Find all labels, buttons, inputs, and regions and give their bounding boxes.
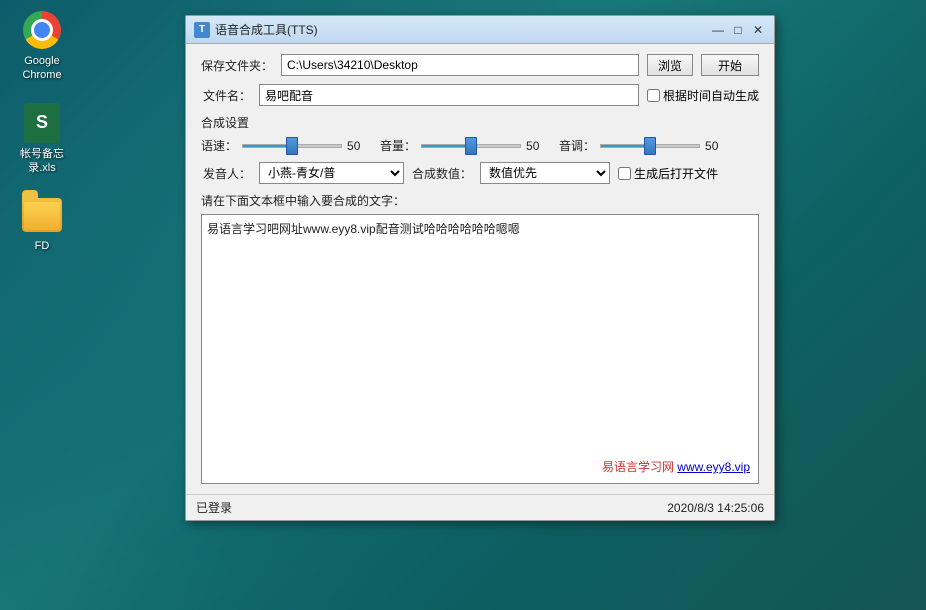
- folder-icon-label: FD: [35, 239, 50, 253]
- start-button[interactable]: 开始: [701, 54, 759, 76]
- status-time: 2020/8/3 14:25:06: [667, 501, 764, 515]
- window-content: 保存文件夹： 浏览 开始 文件名： 根据时间自动生成 合成设置 语: [186, 44, 774, 494]
- speed-label: 语速：: [201, 137, 237, 154]
- speed-slider[interactable]: [242, 144, 342, 148]
- title-left: T 语音合成工具(TTS): [194, 21, 318, 38]
- minimize-button[interactable]: —: [710, 22, 726, 38]
- desktop-icon-excel[interactable]: S 帐号备忘录.xls: [10, 103, 74, 176]
- folder-icon-image: [22, 195, 62, 235]
- filename-row: 文件名： 根据时间自动生成: [201, 84, 759, 106]
- desktop-icon-chrome[interactable]: Google Chrome: [10, 10, 74, 83]
- speaker-row: 发音人： 小燕-青女/普 小明 小红 合成数值： 数值优先 质量优先 生成后打开…: [201, 162, 759, 184]
- pitch-slider[interactable]: [600, 144, 700, 148]
- synth-section-title: 合成设置: [201, 114, 759, 131]
- maximize-button[interactable]: □: [730, 22, 746, 38]
- pitch-group: 音调： 50: [559, 137, 730, 154]
- open-after-text: 生成后打开文件: [634, 165, 718, 182]
- volume-value: 50: [526, 139, 551, 153]
- speaker-label: 发音人：: [201, 165, 251, 182]
- auto-generate-text: 根据时间自动生成: [663, 87, 759, 104]
- open-after-checkbox[interactable]: [618, 167, 631, 180]
- chrome-icon: [23, 11, 61, 49]
- folder-inner: [24, 202, 60, 230]
- textarea-wrapper: 易语言学习网 www.eyy8.vip: [201, 214, 759, 484]
- tts-window: T 语音合成工具(TTS) — □ ✕ 保存文件夹： 浏览 开始 文件名：: [185, 15, 775, 521]
- title-bar: T 语音合成工具(TTS) — □ ✕: [186, 16, 774, 44]
- quality-label: 合成数值：: [412, 165, 472, 182]
- save-folder-row: 保存文件夹： 浏览 开始: [201, 54, 759, 76]
- tts-window-title: 语音合成工具(TTS): [215, 21, 318, 38]
- auto-generate-label[interactable]: 根据时间自动生成: [647, 87, 759, 104]
- auto-generate-checkbox[interactable]: [647, 89, 660, 102]
- speed-value: 50: [347, 139, 372, 153]
- desktop: Google Chrome S 帐号备忘录.xls FD T 语音合成工具(TT…: [0, 0, 926, 610]
- volume-slider[interactable]: [421, 144, 521, 148]
- textarea-hint: 请在下面文本框中输入要合成的文字：: [201, 192, 759, 209]
- status-bar: 已登录 2020/8/3 14:25:06: [186, 494, 774, 520]
- excel-icon-label: 帐号备忘录.xls: [10, 147, 74, 176]
- desktop-icons: Google Chrome S 帐号备忘录.xls FD: [10, 10, 74, 253]
- speaker-select[interactable]: 小燕-青女/普 小明 小红: [259, 162, 404, 184]
- quality-select[interactable]: 数值优先 质量优先: [480, 162, 610, 184]
- speed-group: 语速： 50: [201, 137, 372, 154]
- volume-label: 音量：: [380, 137, 416, 154]
- pitch-value: 50: [705, 139, 730, 153]
- status-login: 已登录: [196, 499, 232, 516]
- filename-input[interactable]: [259, 84, 639, 106]
- filename-label: 文件名：: [201, 87, 251, 104]
- excel-icon-image: S: [22, 103, 62, 143]
- excel-icon: S: [24, 103, 60, 143]
- chrome-icon-label: Google Chrome: [10, 54, 74, 83]
- volume-group: 音量： 50: [380, 137, 551, 154]
- folder-icon: [22, 198, 62, 232]
- desktop-icon-folder[interactable]: FD: [10, 195, 74, 253]
- chrome-icon-image: [22, 10, 62, 50]
- pitch-label: 音调：: [559, 137, 595, 154]
- tts-window-icon: T: [194, 22, 210, 38]
- text-input[interactable]: [202, 215, 758, 483]
- title-controls: — □ ✕: [710, 22, 766, 38]
- open-after-label[interactable]: 生成后打开文件: [618, 165, 718, 182]
- save-folder-input[interactable]: [281, 54, 639, 76]
- close-button[interactable]: ✕: [750, 22, 766, 38]
- save-folder-label: 保存文件夹：: [201, 57, 273, 74]
- slider-row: 语速： 50 音量： 50 音调： 50: [201, 137, 759, 154]
- browse-button[interactable]: 浏览: [647, 54, 693, 76]
